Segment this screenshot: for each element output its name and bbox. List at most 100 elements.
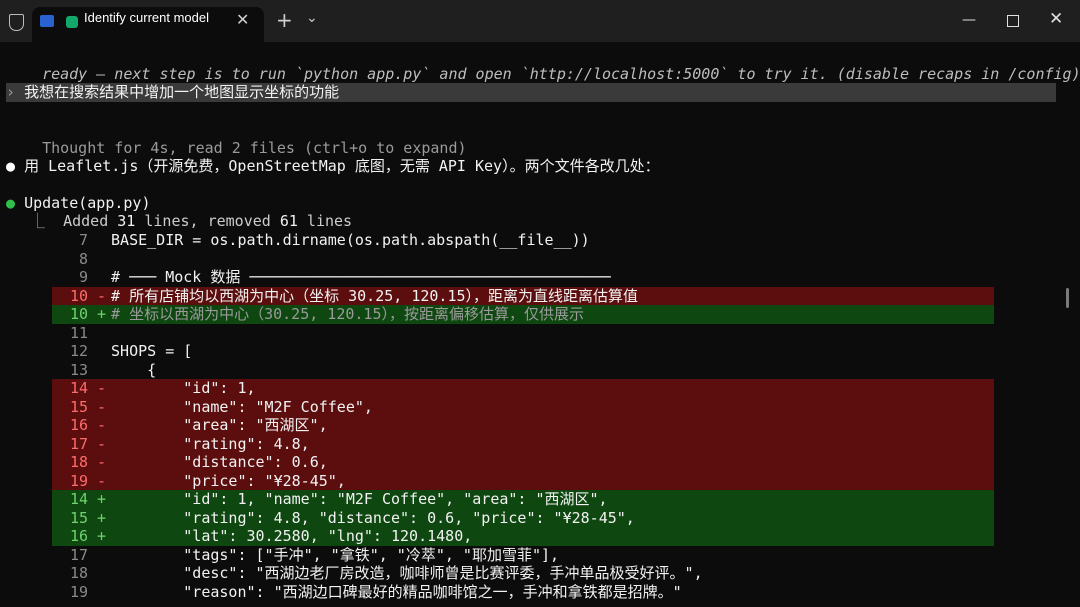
chevron-down-icon[interactable]: ⌄ — [306, 10, 318, 26]
shield-icon[interactable] — [9, 14, 24, 31]
line-number: 19 — [69, 582, 88, 601]
code-text: "lat": 30.2580, "lng": 120.1480, — [111, 527, 473, 545]
maximize-button[interactable] — [1007, 15, 1019, 27]
line-number: 18 — [69, 453, 88, 471]
diff-line-removed: 16 - "area": "西湖区", — [52, 416, 994, 435]
diff-line-added: 15 + "rating": 4.8, "distance": 0.6, "pr… — [52, 508, 994, 527]
diff-marker: - — [97, 379, 107, 397]
thought-line[interactable]: Thought for 4s, read 2 files (ctrl+o to … — [24, 120, 466, 157]
diff-marker: - — [97, 434, 107, 453]
scrollbar-thumb[interactable] — [1066, 288, 1069, 308]
diff-line-context: 11 — [52, 324, 111, 343]
diff-line-context: 8 — [52, 250, 111, 269]
code-text: "price": "¥28-45", — [111, 471, 346, 490]
code-text: "id": 1, — [111, 379, 256, 397]
summary-suffix: lines — [297, 212, 353, 230]
diff-marker: - — [97, 286, 107, 305]
line-number: 16 — [69, 527, 88, 545]
diff-line-removed: 15 - "name": "M2F Coffee", — [52, 397, 994, 416]
diff-marker: + — [97, 305, 107, 323]
code-text: # 所有店铺均以西湖为中心（坐标 30.25, 120.15），距离为直线距离估… — [111, 286, 639, 305]
code-text: "rating": 4.8, "distance": 0.6, "price":… — [111, 508, 635, 527]
recap-text: ready — next step is to run `python app.… — [42, 64, 1080, 83]
diff-marker: - — [97, 397, 107, 416]
bullet-icon: ● — [6, 157, 16, 175]
line-number: 10 — [69, 305, 88, 323]
removed-count: 61 — [279, 212, 298, 230]
line-number: 8 — [78, 249, 88, 268]
close-window-button[interactable]: ✕ — [1049, 9, 1063, 29]
diff-line-context: 17 "tags": ["手冲", "拿铁", "冷萃", "耶加雪菲"], — [52, 546, 559, 565]
line-number: 15 — [69, 397, 88, 416]
code-text: "reason": "西湖边口碑最好的精品咖啡馆之一，手冲和拿铁都是招牌。" — [111, 582, 682, 601]
code-text: "desc": "西湖边老厂房改造，咖啡师曾是比赛评委，手冲单品极受好评。", — [111, 564, 703, 582]
diff-marker: + — [97, 508, 107, 527]
diff-line-context: 12 SHOPS = [ — [52, 342, 192, 361]
user-prompt: 我想在搜索结果中增加一个地图显示坐标的功能 — [24, 83, 340, 101]
line-number: 14 — [69, 379, 88, 397]
code-text: # ─── Mock 数据 ──────────────────────────… — [111, 268, 611, 286]
diff-marker: - — [97, 471, 107, 490]
thought-text: Thought for 4s, read 2 files (ctrl+o to … — [42, 138, 467, 157]
recap-line: ready — next step is to run `python app.… — [24, 46, 1080, 83]
code-text: "id": 1, "name": "M2F Coffee", "area": "… — [111, 490, 608, 508]
powershell-icon — [40, 15, 54, 27]
prompt-marker: › — [6, 83, 16, 101]
title-bar: Identify current model ✕ + ⌄ — ✕ — [0, 0, 1080, 42]
line-number: 19 — [69, 471, 88, 490]
line-number: 14 — [69, 490, 88, 508]
diff-line-context: 7 BASE_DIR = os.path.dirname(os.path.abs… — [52, 231, 590, 250]
update-label: Update(app.py) — [24, 194, 151, 212]
diff-line-removed: 17 - "rating": 4.8, — [52, 434, 994, 453]
diff-line-context: 18 "desc": "西湖边老厂房改造，咖啡师曾是比赛评委，手冲单品极受好评。… — [52, 564, 703, 583]
app-icon — [66, 16, 78, 28]
code-text: BASE_DIR = os.path.dirname(os.path.abspa… — [111, 231, 590, 249]
line-number: 16 — [69, 416, 88, 434]
success-bullet-icon: ● — [6, 194, 16, 212]
added-count: 31 — [117, 212, 136, 230]
code-text: "rating": 4.8, — [111, 434, 310, 453]
line-number: 17 — [69, 434, 88, 453]
code-text: SHOPS = [ — [111, 342, 193, 360]
summary-added-prefix: Added — [63, 212, 118, 230]
diff-line-removed: 14 - "id": 1, — [52, 379, 994, 398]
diff-line-added: 10 + # 坐标以西湖为中心（30.25, 120.15），按距离偏移估算，仅供… — [52, 305, 994, 324]
line-number: 13 — [69, 360, 88, 379]
line-number: 7 — [78, 231, 88, 249]
line-number: 12 — [69, 342, 88, 360]
assistant-text: 用 Leaflet.js（开源免费，OpenStreetMap 底图，无需 AP… — [24, 157, 660, 175]
diff-line-added: 14 + "id": 1, "name": "M2F Coffee", "are… — [52, 490, 994, 509]
diff-line-removed: 18 - "distance": 0.6, — [52, 453, 994, 472]
tab-title: Identify current model — [84, 10, 210, 25]
update-header: ● Update(app.py) — [6, 194, 151, 213]
code-text: "tags": ["手冲", "拿铁", "冷萃", "耶加雪菲"], — [111, 545, 560, 564]
line-number: 15 — [69, 508, 88, 527]
line-number: 18 — [69, 564, 88, 582]
code-text: # 坐标以西湖为中心（30.25, 120.15），按距离偏移估算，仅供展示 — [111, 305, 584, 323]
diff-marker: - — [97, 416, 107, 434]
code-text: "distance": 0.6, — [111, 453, 328, 471]
diff-marker: + — [97, 490, 107, 508]
code-text: "name": "M2F Coffee", — [111, 397, 373, 416]
diff-marker: + — [97, 527, 107, 545]
line-number: 11 — [69, 323, 88, 342]
line-number: 9 — [78, 268, 88, 286]
code-text: "area": "西湖区", — [111, 416, 328, 434]
line-number: 17 — [69, 545, 88, 564]
diff-line-added: 16 + "lat": 30.2580, "lng": 120.1480, — [52, 527, 994, 546]
minimize-button[interactable]: — — [962, 12, 976, 28]
diff-line-removed: 10 - # 所有店铺均以西湖为中心（坐标 30.25, 120.15），距离为直… — [52, 286, 994, 305]
diff-line-context: 13 { — [52, 361, 156, 380]
tree-branch-icon: ⎿ — [30, 212, 46, 230]
line-number: 10 — [69, 286, 88, 305]
diff-line-context: 19 "reason": "西湖边口碑最好的精品咖啡馆之一，手冲和拿铁都是招牌。… — [52, 583, 682, 602]
diff-marker: - — [97, 453, 107, 471]
close-tab-icon[interactable]: ✕ — [236, 10, 249, 29]
user-prompt-line: › 我想在搜索结果中增加一个地图显示坐标的功能 — [6, 83, 1056, 102]
diff-line-context: 9 # ─── Mock 数据 ────────────────────────… — [52, 268, 611, 287]
summary-mid: lines, removed — [135, 212, 280, 230]
diff-summary: ⎿ Added 31 lines, removed 61 lines — [30, 212, 352, 231]
new-tab-button[interactable]: + — [276, 8, 293, 32]
diff-line-removed: 19 - "price": "¥28-45", — [52, 471, 994, 490]
assistant-message: ● 用 Leaflet.js（开源免费，OpenStreetMap 底图，无需 … — [6, 157, 660, 176]
